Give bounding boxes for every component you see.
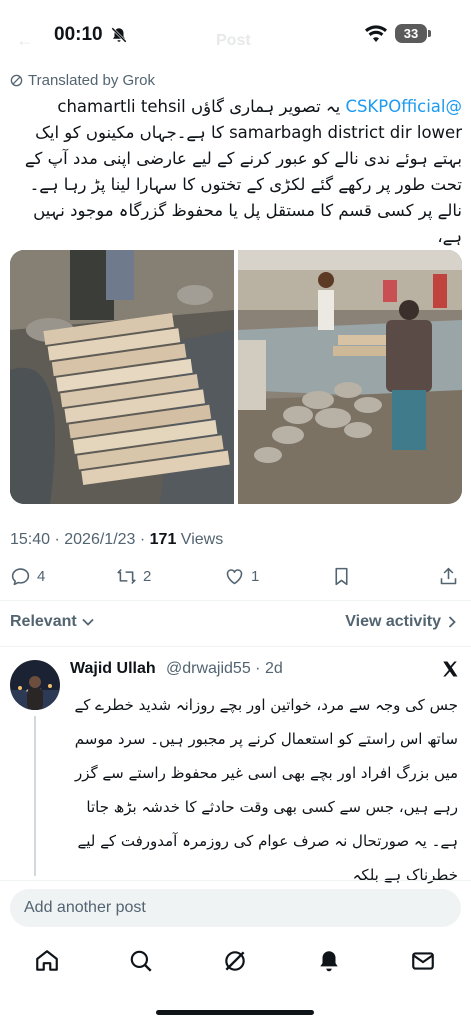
home-indicator: [156, 1010, 314, 1015]
bookmark-button[interactable]: [331, 566, 352, 587]
stream-crossing-image: [238, 250, 462, 504]
repost-button[interactable]: 2: [116, 566, 151, 587]
back-arrow-icon[interactable]: ←: [16, 30, 34, 51]
share-button[interactable]: [438, 566, 459, 587]
grok-icon[interactable]: [222, 948, 248, 974]
divider: [0, 880, 471, 881]
header-title: Post: [216, 32, 251, 49]
sort-relevant-dropdown[interactable]: Relevant: [10, 613, 95, 631]
post-body: @CSKPOfficial یہ تصویر ہماری گاؤں chamar…: [10, 94, 462, 250]
status-time: 00:10: [54, 24, 103, 45]
view-activity-link[interactable]: View activity: [345, 613, 457, 631]
post-image-1[interactable]: [10, 250, 234, 504]
bookmark-icon: [335, 567, 348, 586]
views-count: 171: [149, 531, 177, 548]
divider: [0, 646, 471, 647]
translate-icon: [10, 74, 23, 87]
bell-off-icon: [111, 27, 127, 43]
reply-icon: [11, 568, 30, 586]
heart-icon: [226, 569, 243, 585]
status-bar: ← 00:10 Post 33: [0, 0, 471, 70]
post-meta: 15:40 · 2026/1/23 · 171 Views: [10, 531, 223, 549]
home-icon[interactable]: [34, 948, 60, 974]
post-actions: 4 2 1: [0, 560, 471, 596]
avatar-image: [10, 660, 60, 710]
chevron-down-icon: [82, 618, 94, 626]
thread-line: [34, 716, 36, 876]
post-timestamp: 15:40 · 2026/1/23 ·: [10, 531, 150, 548]
battery-indicator: 33: [395, 24, 431, 43]
repost-icon: [117, 568, 136, 585]
like-count: 1: [251, 568, 260, 585]
avatar[interactable]: [10, 660, 60, 710]
post-text: یہ تصویر ہماری گاؤں chamartli tehsil sam…: [24, 97, 462, 246]
sort-label: Relevant: [10, 613, 77, 630]
reply-text: جس کی وجہ سے مرد، خواتین اور بچے روزانہ …: [74, 696, 458, 884]
views-label: Views: [176, 531, 224, 548]
chevron-right-icon: [448, 616, 456, 628]
view-activity-label: View activity: [345, 613, 441, 630]
wifi-icon: [365, 25, 387, 42]
repost-count: 2: [143, 568, 152, 585]
like-button[interactable]: 1: [224, 566, 259, 587]
wooden-plank-bridge-image: [10, 250, 234, 504]
reply-count: 4: [37, 568, 46, 585]
messages-icon[interactable]: [410, 948, 436, 974]
x-logo-icon: [443, 661, 458, 677]
search-icon[interactable]: [128, 948, 154, 974]
notifications-icon[interactable]: [316, 948, 342, 974]
reply-author-name[interactable]: Wajid Ullah: [70, 660, 156, 678]
divider: [0, 600, 471, 601]
mention-link[interactable]: @CSKPOfficial: [345, 97, 462, 116]
reply-author-handle[interactable]: @drwajid55 · 2d: [166, 660, 283, 678]
share-icon: [440, 567, 457, 585]
bottom-tab-bar: [0, 938, 471, 984]
translation-label: Translated by Grok: [28, 72, 155, 89]
reply-button[interactable]: 4: [10, 566, 45, 587]
translation-note[interactable]: Translated by Grok: [10, 72, 155, 89]
post-image-2[interactable]: [238, 250, 462, 504]
reply-composer-input[interactable]: Add another post: [10, 889, 461, 927]
